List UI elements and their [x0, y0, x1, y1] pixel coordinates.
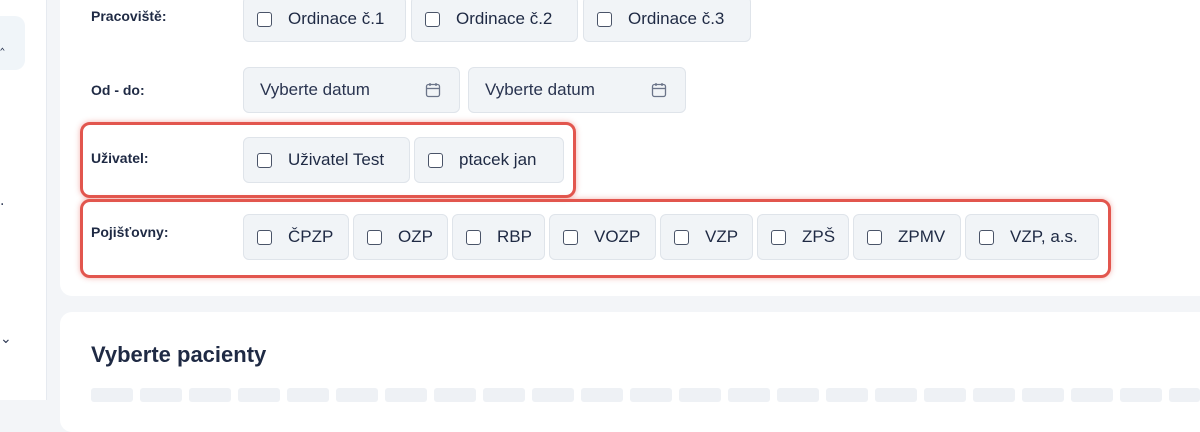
checkbox[interactable] — [563, 229, 578, 245]
insurer-option-label: ČPZP — [288, 227, 334, 246]
checkbox[interactable] — [257, 229, 272, 245]
user-option-2[interactable]: ptacek jan — [414, 137, 564, 183]
date-to-placeholder: Vyberte datum — [485, 80, 595, 99]
patients-title: Vyberte pacienty — [91, 342, 267, 367]
insurer-option-vozp[interactable]: VOZP — [549, 214, 656, 260]
insurer-option-ozp[interactable]: OZP — [353, 214, 448, 260]
insurer-option-cpzp[interactable]: ČPZP — [243, 214, 349, 260]
chevron-icon[interactable]: ⌄ — [0, 332, 12, 346]
user-option-1[interactable]: Uživatel Test — [243, 137, 410, 183]
workplace-option-3[interactable]: Ordinace č.3 — [583, 0, 751, 42]
workplace-option-label: Ordinace č.1 — [288, 9, 385, 28]
insurer-option-label: ZPMV — [898, 227, 946, 246]
insurer-option-zps[interactable]: ZPŠ — [757, 214, 849, 260]
checkbox[interactable] — [867, 229, 882, 245]
checkbox[interactable] — [428, 152, 443, 168]
calendar-icon[interactable] — [651, 82, 667, 98]
insurer-option-label: OZP — [398, 227, 433, 246]
checkbox[interactable] — [425, 11, 440, 27]
user-option-label: ptacek jan — [459, 150, 537, 169]
date-range-label: Od - do: — [91, 82, 145, 98]
calendar-icon[interactable] — [425, 82, 441, 98]
workplace-label: Pracoviště: — [91, 8, 167, 24]
date-from-placeholder: Vyberte datum — [260, 80, 370, 99]
checkbox[interactable] — [674, 229, 689, 245]
checkbox[interactable] — [771, 229, 786, 245]
insurer-option-vzp[interactable]: VZP — [660, 214, 753, 260]
date-from-input[interactable]: Vyberte datum — [243, 67, 460, 113]
workplace-option-label: Ordinace č.3 — [628, 9, 725, 28]
checkbox[interactable] — [466, 229, 481, 245]
insurer-option-label: VZP, a.s. — [1010, 227, 1078, 246]
insurer-option-rbp[interactable]: RBP — [452, 214, 545, 260]
patients-card — [60, 312, 1200, 432]
insurer-option-label: VZP — [705, 227, 739, 246]
checkbox[interactable] — [257, 11, 272, 27]
insurer-option-label: RBP — [497, 227, 532, 246]
user-label: Uživatel: — [91, 150, 149, 166]
insurer-option-vzp-as[interactable]: VZP, a.s. — [965, 214, 1099, 260]
checkbox[interactable] — [257, 152, 272, 168]
user-option-label: Uživatel Test — [288, 150, 385, 169]
checkbox[interactable] — [367, 229, 382, 245]
insurer-option-label: VOZP — [594, 227, 641, 246]
insurer-option-zpmv[interactable]: ZPMV — [853, 214, 961, 260]
left-sidebar: ‸ · ⌄ — [0, 0, 47, 400]
date-to-input[interactable]: Vyberte datum — [468, 67, 686, 113]
checkbox[interactable] — [979, 229, 994, 245]
chevron-up-icon[interactable]: ‸ — [0, 36, 5, 50]
workplace-option-label: Ordinace č.2 — [456, 9, 553, 28]
workplace-option-2[interactable]: Ordinace č.2 — [411, 0, 578, 42]
insurers-label: Pojišťovny: — [91, 224, 169, 240]
sidebar-label-fragment-icon: · — [0, 197, 5, 213]
checkbox[interactable] — [597, 11, 612, 27]
workplace-option-1[interactable]: Ordinace č.1 — [243, 0, 406, 42]
insurer-option-label: ZPŠ — [802, 227, 836, 246]
